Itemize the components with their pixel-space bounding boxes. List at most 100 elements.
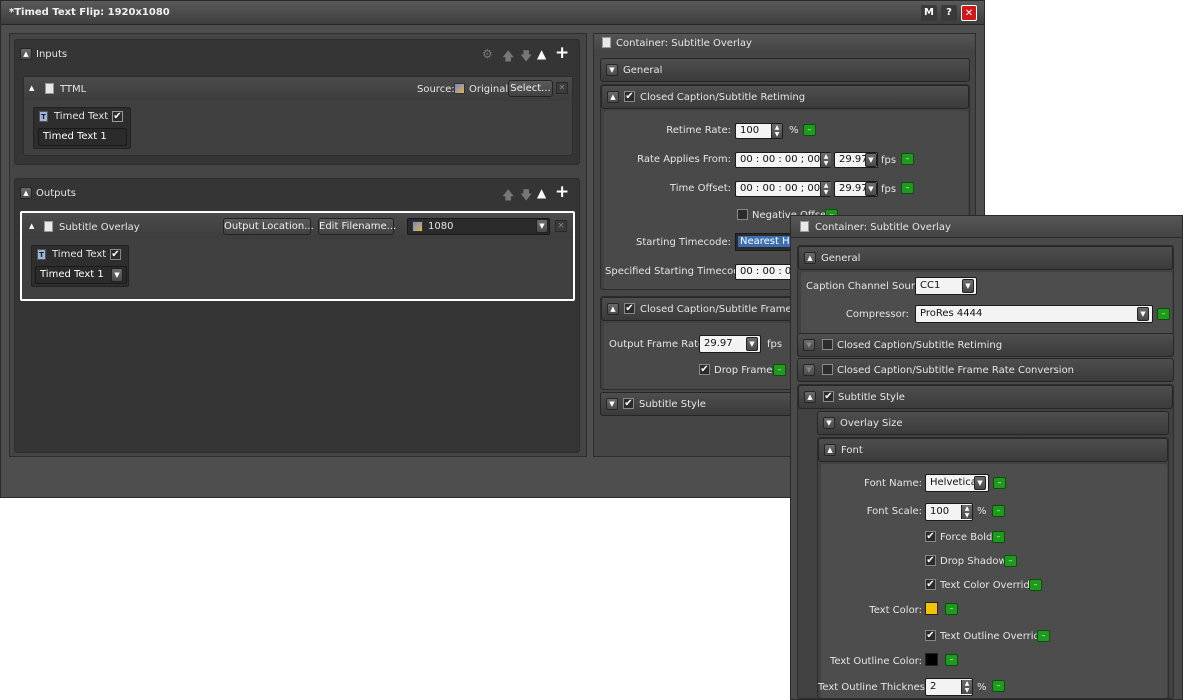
reset-icon[interactable]: – (803, 124, 816, 136)
text-color-swatch[interactable] (925, 602, 938, 615)
gear-icon[interactable]: ⚙ (482, 47, 493, 61)
track-box: T Timed Text ✔ Timed Text 1 (33, 107, 131, 149)
reset-icon[interactable]: – (992, 531, 1005, 543)
chevron-down-icon[interactable]: ▼ (536, 219, 548, 233)
preset-value: 1080 (428, 221, 454, 232)
frame-rate-checkbox[interactable]: ✔ (624, 303, 635, 314)
collapse-icon[interactable]: ▲ (20, 187, 32, 199)
text-outline-override-checkbox[interactable]: ✔ (925, 630, 936, 641)
move-up-icon[interactable]: 🡅 (502, 47, 514, 68)
help-button[interactable]: ? (941, 5, 957, 21)
chevron-down-icon[interactable]: ▼ (865, 182, 877, 196)
m-button[interactable]: M (921, 5, 937, 21)
frame-rate-conversion-section[interactable]: ▼ Closed Caption/Subtitle Frame Rate Con… (797, 358, 1174, 382)
track-checkbox[interactable]: ✔ (110, 249, 121, 260)
text-color-override-checkbox[interactable]: ✔ (925, 579, 936, 590)
chevron-down-icon[interactable]: ▼ (962, 279, 974, 293)
overlay-size-section[interactable]: ▼ Overlay Size (817, 411, 1169, 435)
subtitle-style-checkbox[interactable]: ✔ (623, 398, 634, 409)
collapse-icon[interactable]: ▲ (824, 444, 836, 456)
spinner-icon[interactable]: ▲ ▼ (961, 680, 972, 694)
general-section[interactable]: ▼ General (600, 58, 970, 82)
compressor-select[interactable]: ProRes 4444 (915, 305, 1153, 323)
reset-icon[interactable]: – (1004, 555, 1017, 567)
collapse-icon[interactable]: ▲ (29, 222, 34, 230)
frame-rate-conversion-checkbox[interactable] (822, 364, 833, 375)
spinner-icon[interactable]: ▲ ▼ (961, 505, 972, 519)
chevron-down-icon[interactable]: ▼ (111, 268, 123, 282)
reset-icon[interactable]: – (945, 654, 958, 666)
output-location-button[interactable]: Output Location... (223, 218, 314, 235)
edit-filename-button[interactable]: Edit Filename... (318, 218, 396, 235)
chevron-down-icon[interactable]: ▼ (974, 476, 986, 490)
font-header[interactable]: ▲ Font (818, 438, 1168, 462)
retiming-checkbox[interactable] (822, 339, 833, 350)
reset-icon[interactable]: – (901, 153, 914, 165)
source-icon (454, 83, 465, 94)
subtitle-overlay-output[interactable]: ▲ Subtitle Overlay Output Location... Ed… (20, 211, 575, 301)
reset-icon[interactable]: – (773, 364, 786, 376)
preset-select[interactable]: 1080 ▼ (407, 218, 550, 235)
track-field[interactable]: Timed Text 1 (38, 128, 127, 146)
font-section: ▲ Font Font Name: Helvetica ▼ – Font Sca… (817, 437, 1169, 699)
drop-shadow-checkbox[interactable]: ✔ (925, 555, 936, 566)
source-value: Original (469, 84, 509, 95)
chevron-down-icon[interactable]: ▼ (865, 153, 877, 167)
collapse-icon[interactable]: ▲ (29, 84, 34, 92)
spinner-icon[interactable]: ▲ ▼ (771, 124, 782, 138)
force-bold-checkbox[interactable]: ✔ (925, 531, 936, 542)
reset-icon[interactable]: – (992, 505, 1005, 517)
reset-icon[interactable]: – (901, 182, 914, 194)
select-button[interactable]: Select... (508, 80, 553, 97)
reset-icon[interactable]: – (1037, 630, 1050, 642)
chevron-down-icon[interactable]: ▼ (746, 337, 758, 351)
expand-icon[interactable]: ▼ (606, 398, 618, 410)
add-input-icon[interactable]: + (555, 43, 569, 63)
chevron-down-icon[interactable]: ▼ (1137, 307, 1149, 321)
collapse-icon[interactable]: ▲ (20, 48, 32, 60)
spinner-icon[interactable]: ▲ ▼ (820, 182, 831, 196)
collapse-all-icon[interactable]: ▲ (537, 186, 546, 200)
subtitle-style-checkbox[interactable]: ✔ (823, 391, 834, 402)
expand-icon[interactable]: ▼ (803, 364, 815, 376)
reset-icon[interactable]: – (993, 477, 1006, 489)
negative-offset-checkbox[interactable] (737, 209, 748, 220)
move-down-icon[interactable]: 🡇 (520, 47, 532, 68)
close-button[interactable]: ✕ (961, 5, 977, 21)
collapse-icon[interactable]: ▲ (804, 391, 816, 403)
drop-frame-checkbox[interactable]: ✔ (699, 364, 710, 375)
reset-icon[interactable]: – (1029, 579, 1042, 591)
reset-icon[interactable]: – (1157, 308, 1170, 320)
expand-icon[interactable]: ▼ (606, 64, 618, 76)
retiming-section[interactable]: ▼ Closed Caption/Subtitle Retiming (797, 333, 1174, 357)
retiming-checkbox[interactable]: ✔ (624, 91, 635, 102)
reset-icon[interactable]: – (992, 680, 1005, 692)
collapse-all-icon[interactable]: ▲ (537, 47, 546, 61)
specified-timecode-input[interactable]: 00 : 00 : 00 (735, 264, 797, 280)
time-offset-timecode[interactable]: 00 : 00 : 00 ; 00 (735, 181, 831, 197)
collapse-icon[interactable]: ▲ (804, 252, 816, 264)
collapse-icon[interactable]: ▲ (607, 303, 619, 315)
spinner-icon[interactable]: ▲ ▼ (820, 153, 831, 167)
subtitle-style-header[interactable]: ▲ ✔ Subtitle Style (798, 385, 1173, 409)
text-color-label: Text Color: (869, 605, 922, 616)
retiming-header[interactable]: ▲ ✔ Closed Caption/Subtitle Retiming (601, 85, 969, 109)
reset-icon[interactable]: – (945, 603, 958, 615)
retiming-title: Closed Caption/Subtitle Retiming (837, 340, 1003, 351)
expand-icon[interactable]: ▼ (803, 339, 815, 351)
add-output-icon[interactable]: + (555, 182, 569, 202)
move-down-icon[interactable]: 🡇 (520, 186, 532, 207)
text-outline-color-label: Text Outline Color: (829, 656, 922, 667)
remove-icon[interactable]: ✕ (556, 82, 568, 94)
document-icon (45, 83, 54, 94)
text-outline-color-swatch[interactable] (925, 653, 938, 666)
rate-applies-timecode[interactable]: 00 : 00 : 00 ; 00 (735, 152, 831, 168)
remove-icon[interactable]: ✕ (555, 220, 567, 232)
collapse-icon[interactable]: ▲ (607, 91, 619, 103)
move-up-icon[interactable]: 🡅 (502, 186, 514, 207)
expand-icon[interactable]: ▼ (823, 417, 835, 429)
container-panel-front: Container: Subtitle Overlay ▲ General Ca… (790, 215, 1183, 700)
track-checkbox[interactable]: ✔ (112, 111, 123, 122)
general-header[interactable]: ▲ General (798, 246, 1173, 270)
starting-timecode-label: Starting Timecode: (635, 237, 731, 248)
